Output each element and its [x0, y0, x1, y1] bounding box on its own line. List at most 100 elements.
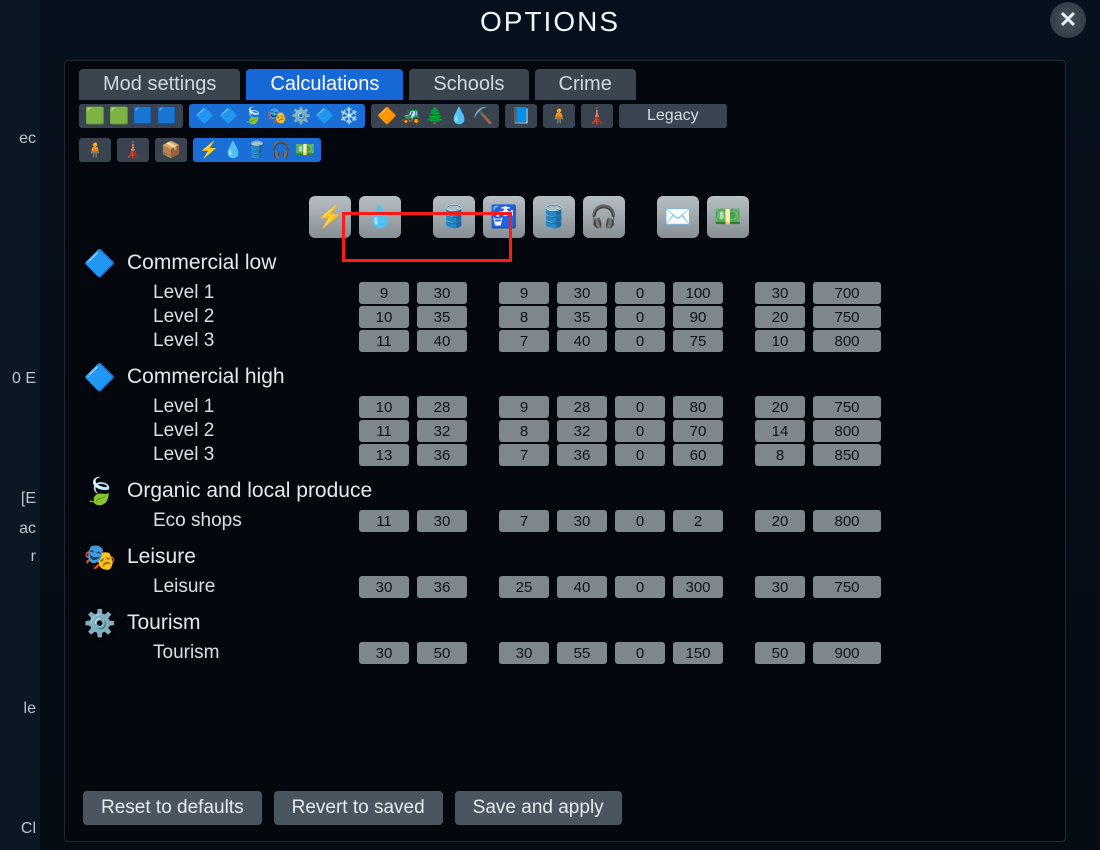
value-input-water[interactable]: 36: [417, 576, 467, 598]
close-button[interactable]: ✕: [1050, 2, 1086, 38]
category-group-com-blue[interactable]: 🔷🔷🍃🎭⚙️🔷❄️: [189, 104, 365, 128]
mini-icon: 🧍: [85, 140, 105, 160]
electricity-icon: ⚡: [309, 196, 351, 238]
value-input-income[interactable]: 800: [813, 510, 881, 532]
value-input-pollution[interactable]: 0: [615, 396, 665, 418]
category-group-r2c[interactable]: 📦: [155, 138, 187, 162]
category-group-res-green[interactable]: 🟩🟩🟦🟦: [79, 104, 183, 128]
value-input-noise[interactable]: 60: [673, 444, 723, 466]
value-input-sewage[interactable]: 9: [499, 282, 549, 304]
value-input-pollution[interactable]: 0: [615, 420, 665, 442]
value-cells: 11 40 7 40 0 75 10 800: [359, 330, 881, 352]
value-input-mail[interactable]: 14: [755, 420, 805, 442]
value-input-mail[interactable]: 8: [755, 444, 805, 466]
value-input-income[interactable]: 750: [813, 576, 881, 598]
value-input-electricity[interactable]: 10: [359, 396, 409, 418]
value-input-garbage[interactable]: 40: [557, 576, 607, 598]
value-input-electricity[interactable]: 9: [359, 282, 409, 304]
legacy-button[interactable]: Legacy: [619, 104, 727, 128]
value-input-water[interactable]: 36: [417, 444, 467, 466]
category-group-r2a[interactable]: 🧍: [79, 138, 111, 162]
value-input-electricity[interactable]: 11: [359, 330, 409, 352]
category-icon: ⚙️: [83, 606, 117, 640]
category-group-monument[interactable]: 🗼: [581, 104, 613, 128]
value-input-pollution[interactable]: 0: [615, 444, 665, 466]
value-input-sewage[interactable]: 9: [499, 396, 549, 418]
value-input-electricity[interactable]: 10: [359, 306, 409, 328]
tab-calculations[interactable]: Calculations: [246, 69, 403, 100]
value-input-garbage[interactable]: 35: [557, 306, 607, 328]
value-input-pollution[interactable]: 0: [615, 306, 665, 328]
value-input-noise[interactable]: 80: [673, 396, 723, 418]
value-input-mail[interactable]: 30: [755, 576, 805, 598]
value-input-income[interactable]: 750: [813, 396, 881, 418]
tab-mod-settings[interactable]: Mod settings: [79, 69, 240, 100]
value-input-income[interactable]: 750: [813, 306, 881, 328]
value-input-pollution[interactable]: 0: [615, 330, 665, 352]
value-input-pollution[interactable]: 0: [615, 576, 665, 598]
value-input-sewage[interactable]: 8: [499, 420, 549, 442]
value-input-income[interactable]: 850: [813, 444, 881, 466]
value-input-noise[interactable]: 300: [673, 576, 723, 598]
value-input-water[interactable]: 40: [417, 330, 467, 352]
value-input-pollution[interactable]: 0: [615, 510, 665, 532]
value-input-garbage[interactable]: 30: [557, 510, 607, 532]
category-group-r2d[interactable]: ⚡💧🛢️🎧💵: [193, 138, 321, 162]
value-input-income[interactable]: 700: [813, 282, 881, 304]
value-input-water[interactable]: 50: [417, 642, 467, 664]
value-input-electricity[interactable]: 30: [359, 642, 409, 664]
value-input-garbage[interactable]: 40: [557, 330, 607, 352]
value-input-mail[interactable]: 10: [755, 330, 805, 352]
tab-schools[interactable]: Schools: [409, 69, 528, 100]
tab-crime[interactable]: Crime: [535, 69, 636, 100]
category-group-ind[interactable]: 🔶🚜🌲💧⛏️: [371, 104, 499, 128]
value-input-sewage[interactable]: 25: [499, 576, 549, 598]
value-input-garbage[interactable]: 28: [557, 396, 607, 418]
value-input-noise[interactable]: 70: [673, 420, 723, 442]
category-group-r2b[interactable]: 🗼: [117, 138, 149, 162]
value-input-electricity[interactable]: 30: [359, 576, 409, 598]
value-input-noise[interactable]: 100: [673, 282, 723, 304]
value-input-sewage[interactable]: 7: [499, 510, 549, 532]
value-input-sewage[interactable]: 7: [499, 330, 549, 352]
value-input-sewage[interactable]: 8: [499, 306, 549, 328]
value-input-noise[interactable]: 75: [673, 330, 723, 352]
value-input-electricity[interactable]: 13: [359, 444, 409, 466]
value-input-garbage[interactable]: 30: [557, 282, 607, 304]
value-input-noise[interactable]: 90: [673, 306, 723, 328]
value-cells: 11 30 7 30 02 20 800: [359, 510, 881, 532]
value-input-noise[interactable]: 150: [673, 642, 723, 664]
category-3: 🎭LeisureLeisure30362540030030750: [83, 540, 1065, 598]
value-cells: 9 30 9 30 0 100 30 700: [359, 282, 881, 304]
value-input-noise[interactable]: 2: [673, 510, 723, 532]
value-input-electricity[interactable]: 11: [359, 510, 409, 532]
value-input-sewage[interactable]: 7: [499, 444, 549, 466]
category-group-office[interactable]: 📘: [505, 104, 537, 128]
value-input-water[interactable]: 30: [417, 282, 467, 304]
value-input-income[interactable]: 800: [813, 420, 881, 442]
value-input-pollution[interactable]: 0: [615, 642, 665, 664]
value-input-pollution[interactable]: 0: [615, 282, 665, 304]
value-input-water[interactable]: 35: [417, 306, 467, 328]
value-input-garbage[interactable]: 32: [557, 420, 607, 442]
value-input-electricity[interactable]: 11: [359, 420, 409, 442]
value-input-water[interactable]: 28: [417, 396, 467, 418]
category-group-unique[interactable]: 🧍: [543, 104, 575, 128]
value-input-mail[interactable]: 30: [755, 282, 805, 304]
reset-to-defaults-button[interactable]: Reset to defaults: [83, 791, 262, 825]
value-input-mail[interactable]: 50: [755, 642, 805, 664]
value-input-garbage[interactable]: 36: [557, 444, 607, 466]
value-input-sewage[interactable]: 30: [499, 642, 549, 664]
value-input-water[interactable]: 32: [417, 420, 467, 442]
value-input-income[interactable]: 800: [813, 330, 881, 352]
value-input-mail[interactable]: 20: [755, 306, 805, 328]
value-input-water[interactable]: 30: [417, 510, 467, 532]
revert-to-saved-button[interactable]: Revert to saved: [274, 791, 443, 825]
level-row: Eco shops11307300220800: [83, 510, 1065, 532]
save-and-apply-button[interactable]: Save and apply: [455, 791, 622, 825]
value-input-mail[interactable]: 20: [755, 510, 805, 532]
value-input-mail[interactable]: 20: [755, 396, 805, 418]
mail-icon: ✉️: [657, 196, 699, 238]
value-input-garbage[interactable]: 55: [557, 642, 607, 664]
value-input-income[interactable]: 900: [813, 642, 881, 664]
